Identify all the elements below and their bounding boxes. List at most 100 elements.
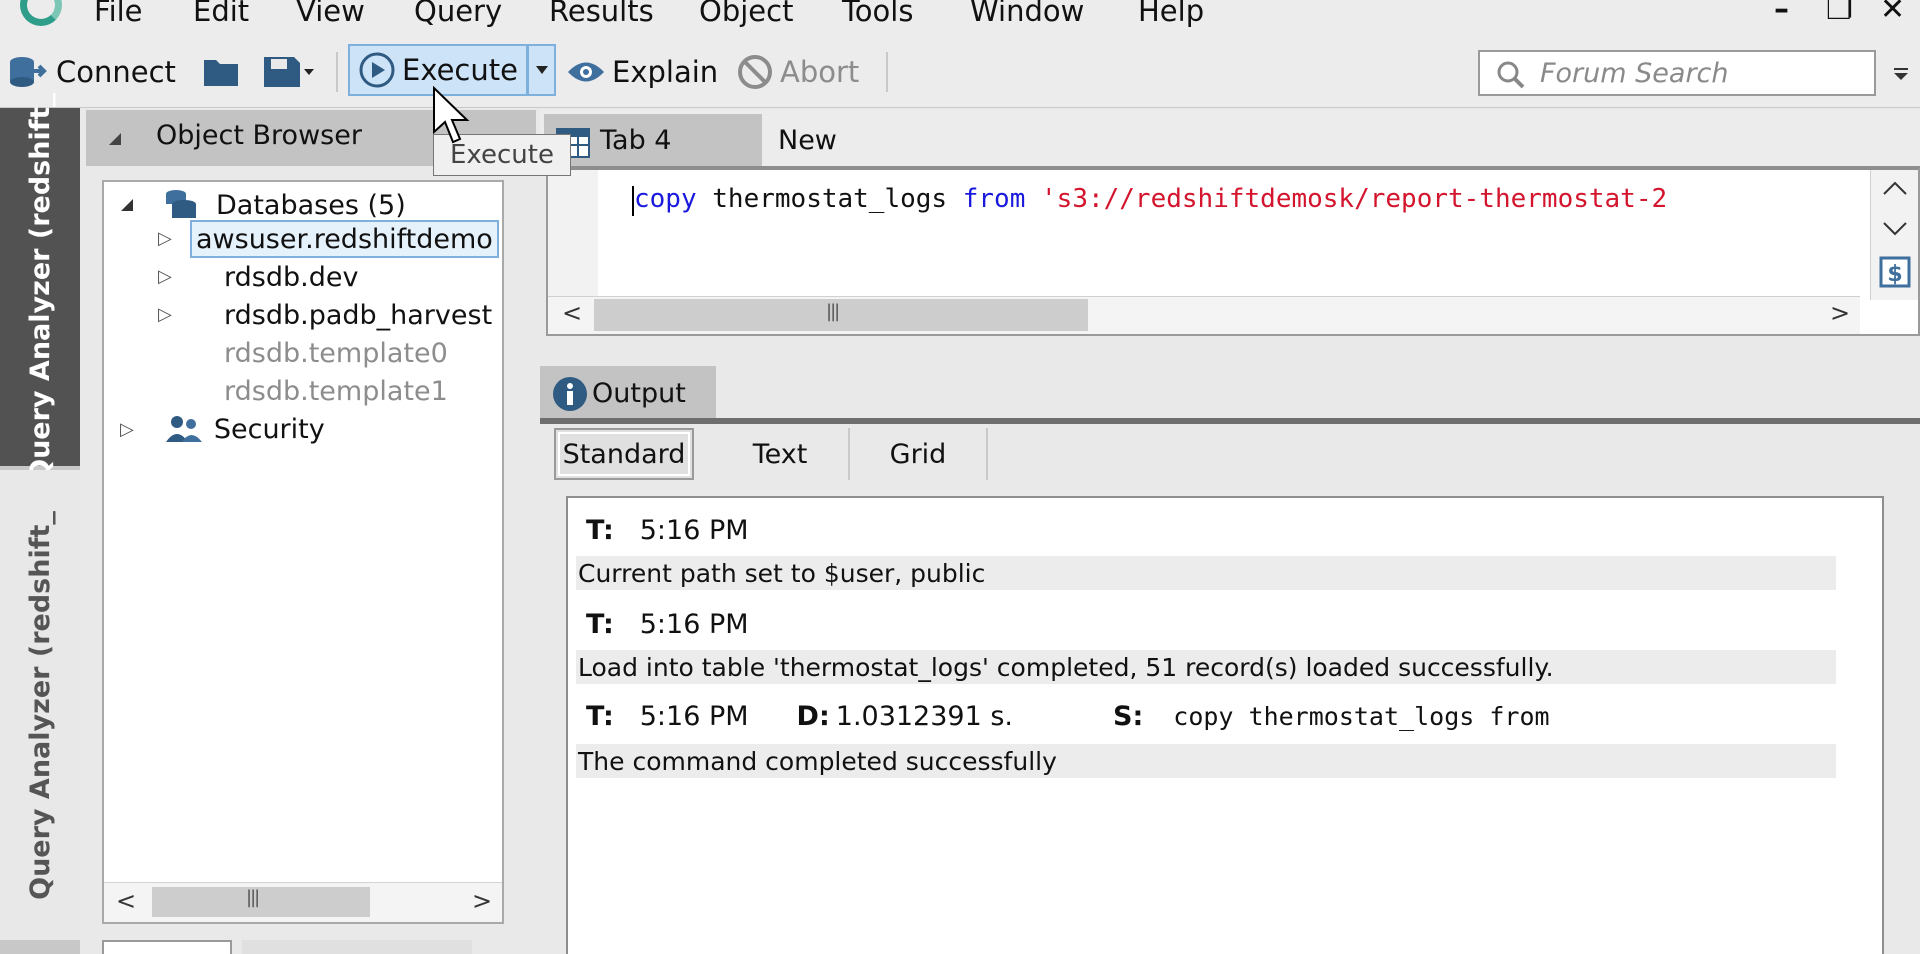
time-label: T:	[586, 514, 614, 546]
tree-node-database[interactable]: awsuser.redshiftdemo	[190, 220, 499, 258]
explain-label: Explain	[612, 55, 719, 89]
sql-identifier: thermostat_logs	[696, 184, 963, 214]
menu-edit[interactable]: Edit	[193, 0, 249, 28]
subtab-label: Standard	[562, 438, 686, 470]
database-name: awsuser.redshiftdemo	[196, 223, 493, 255]
mouse-pointer-icon	[433, 86, 470, 144]
expand-arrow-icon[interactable]: ▷	[158, 304, 172, 325]
log-time: 5:16 PM	[639, 608, 749, 640]
menu-object[interactable]: Object	[699, 0, 793, 28]
sql-editor[interactable]: copy thermostat_logs from 's3://redshift…	[546, 166, 1920, 336]
security-label: Security	[213, 413, 325, 445]
collapse-icon[interactable]	[108, 132, 122, 146]
toolbar: Connect Execute Explain Abort Forum Sear…	[0, 36, 1920, 108]
forum-search-input[interactable]	[1540, 56, 1870, 90]
expand-arrow-icon[interactable]: ▷	[158, 228, 172, 249]
menu-tools[interactable]: Tools	[842, 0, 913, 28]
object-browser-scrollbar[interactable]: < ||| >	[104, 882, 502, 922]
sql-code-line[interactable]: copy thermostat_logs from 's3://redshift…	[634, 184, 1667, 214]
tree-node-databases[interactable]: Databases (5)	[118, 186, 406, 224]
scroll-thumb[interactable]: |||	[152, 887, 370, 917]
scroll-thumb[interactable]: |||	[594, 299, 1088, 331]
expand-arrow-icon[interactable]: ▷	[120, 419, 134, 440]
editor-horizontal-scrollbar[interactable]: < ||| >	[548, 296, 1860, 334]
database-name: rdsdb.template1	[224, 375, 448, 407]
databases-label: Databases (5)	[216, 189, 406, 221]
sql-string: 's3://redshiftdemosk/report-thermostat-2	[1025, 184, 1668, 214]
grip-icon: |||	[246, 887, 260, 908]
tree-node-database[interactable]: rdsdb.template0	[224, 334, 448, 372]
menu-window[interactable]: Window	[970, 0, 1084, 28]
duration-label: D:	[796, 700, 830, 732]
execute-label: Execute	[402, 53, 518, 87]
output-divider	[540, 418, 1920, 424]
abort-icon	[738, 55, 772, 89]
tree-node-database[interactable]: rdsdb.dev	[224, 258, 358, 296]
tree-node-database[interactable]: rdsdb.padb_harvest	[224, 296, 492, 334]
sql-keyword: from	[962, 184, 1026, 214]
expanded-arrow-icon[interactable]	[118, 196, 136, 214]
tab-standard[interactable]: Standard	[554, 428, 694, 480]
grip-icon: |||	[826, 301, 840, 322]
tab-text[interactable]: Text	[712, 428, 850, 480]
log-time: 5:16 PM	[639, 700, 749, 732]
tree-node-database[interactable]: rdsdb.template1	[224, 372, 448, 410]
menu-help[interactable]: Help	[1138, 0, 1204, 28]
execute-dropdown-button[interactable]	[528, 44, 556, 96]
log-timestamp-row: T: 5:16 PM	[586, 510, 749, 550]
tree-node-security[interactable]: ▷ Security	[120, 410, 325, 448]
database-name: rdsdb.template0	[224, 337, 448, 369]
tab-4[interactable]: Tab 4	[544, 114, 762, 166]
side-tab-query-analyzer[interactable]: Query Analyzer (redshift_	[0, 470, 80, 940]
restore-icon[interactable]: ❐	[1826, 0, 1853, 27]
explain-button[interactable]: Explain	[566, 50, 718, 94]
scroll-up-icon[interactable]	[1881, 178, 1909, 200]
toolbar-separator	[336, 52, 338, 92]
log-timestamp-row: T: 5:16 PM	[586, 604, 749, 644]
forum-search-box[interactable]	[1478, 50, 1876, 96]
object-browser-tree: Databases (5) ▷ awsuser.redshiftdemo ▷ r…	[102, 180, 504, 924]
scroll-left-icon[interactable]: <	[116, 887, 136, 915]
log-statement: copy thermostat_logs from	[1173, 701, 1550, 731]
database-name: rdsdb.padb_harvest	[224, 299, 493, 331]
output-messages-panel: T: 5:16 PM Current path set to $user, pu…	[566, 496, 1884, 954]
scroll-down-icon[interactable]	[1881, 218, 1909, 240]
abort-button[interactable]: Abort	[736, 50, 859, 94]
output-panel-tab[interactable]: Output	[540, 366, 716, 420]
dollar-quote-icon[interactable]: $	[1879, 256, 1911, 288]
subtab-label: Text	[752, 438, 808, 470]
tab-new[interactable]: New	[778, 114, 837, 166]
scroll-right-icon[interactable]: >	[1830, 299, 1850, 327]
menu-view[interactable]: View	[296, 0, 365, 28]
database-connect-icon	[10, 57, 47, 87]
scroll-left-icon[interactable]: <	[562, 299, 582, 327]
side-tab-label: Query Analyzer (redshift_	[24, 510, 56, 900]
bottom-tab[interactable]	[242, 940, 472, 954]
toolbar-separator	[886, 52, 888, 92]
minimize-icon[interactable]: –	[1774, 0, 1789, 27]
svg-text:$: $	[1887, 262, 1902, 287]
side-tab-strip: Query Analyzer (redshift_ Query Analyzer…	[0, 93, 80, 954]
menu-query[interactable]: Query	[414, 0, 502, 28]
open-button[interactable]	[202, 50, 242, 94]
time-label: T:	[586, 700, 614, 732]
expand-arrow-icon[interactable]: ▷	[158, 266, 172, 287]
menu-results[interactable]: Results	[549, 0, 654, 28]
scroll-right-icon[interactable]: >	[472, 887, 492, 915]
log-duration: 1.0312391 s.	[835, 700, 1014, 732]
menu-file[interactable]: File	[94, 0, 143, 28]
editor-tab-strip: Tab 4 New	[540, 110, 1920, 166]
eye-icon	[568, 62, 604, 82]
connect-button[interactable]: Connect	[8, 50, 176, 94]
database-name: rdsdb.dev	[224, 261, 359, 293]
toolbar-overflow-icon[interactable]	[1892, 66, 1910, 82]
bottom-tab[interactable]	[102, 940, 232, 954]
close-icon[interactable]: ✕	[1880, 0, 1905, 27]
side-tab-query-analyzer-active[interactable]: Query Analyzer (redshift_	[0, 93, 80, 481]
play-circle-icon	[359, 52, 395, 88]
editor-vertical-scrollbar[interactable]: $	[1870, 170, 1918, 300]
search-icon	[1497, 61, 1525, 89]
save-button[interactable]	[262, 50, 316, 94]
log-timestamp-row: T: 5:16 PM D: 1.0312391 s. S: copy therm…	[586, 696, 1550, 736]
tab-grid[interactable]: Grid	[850, 428, 988, 480]
